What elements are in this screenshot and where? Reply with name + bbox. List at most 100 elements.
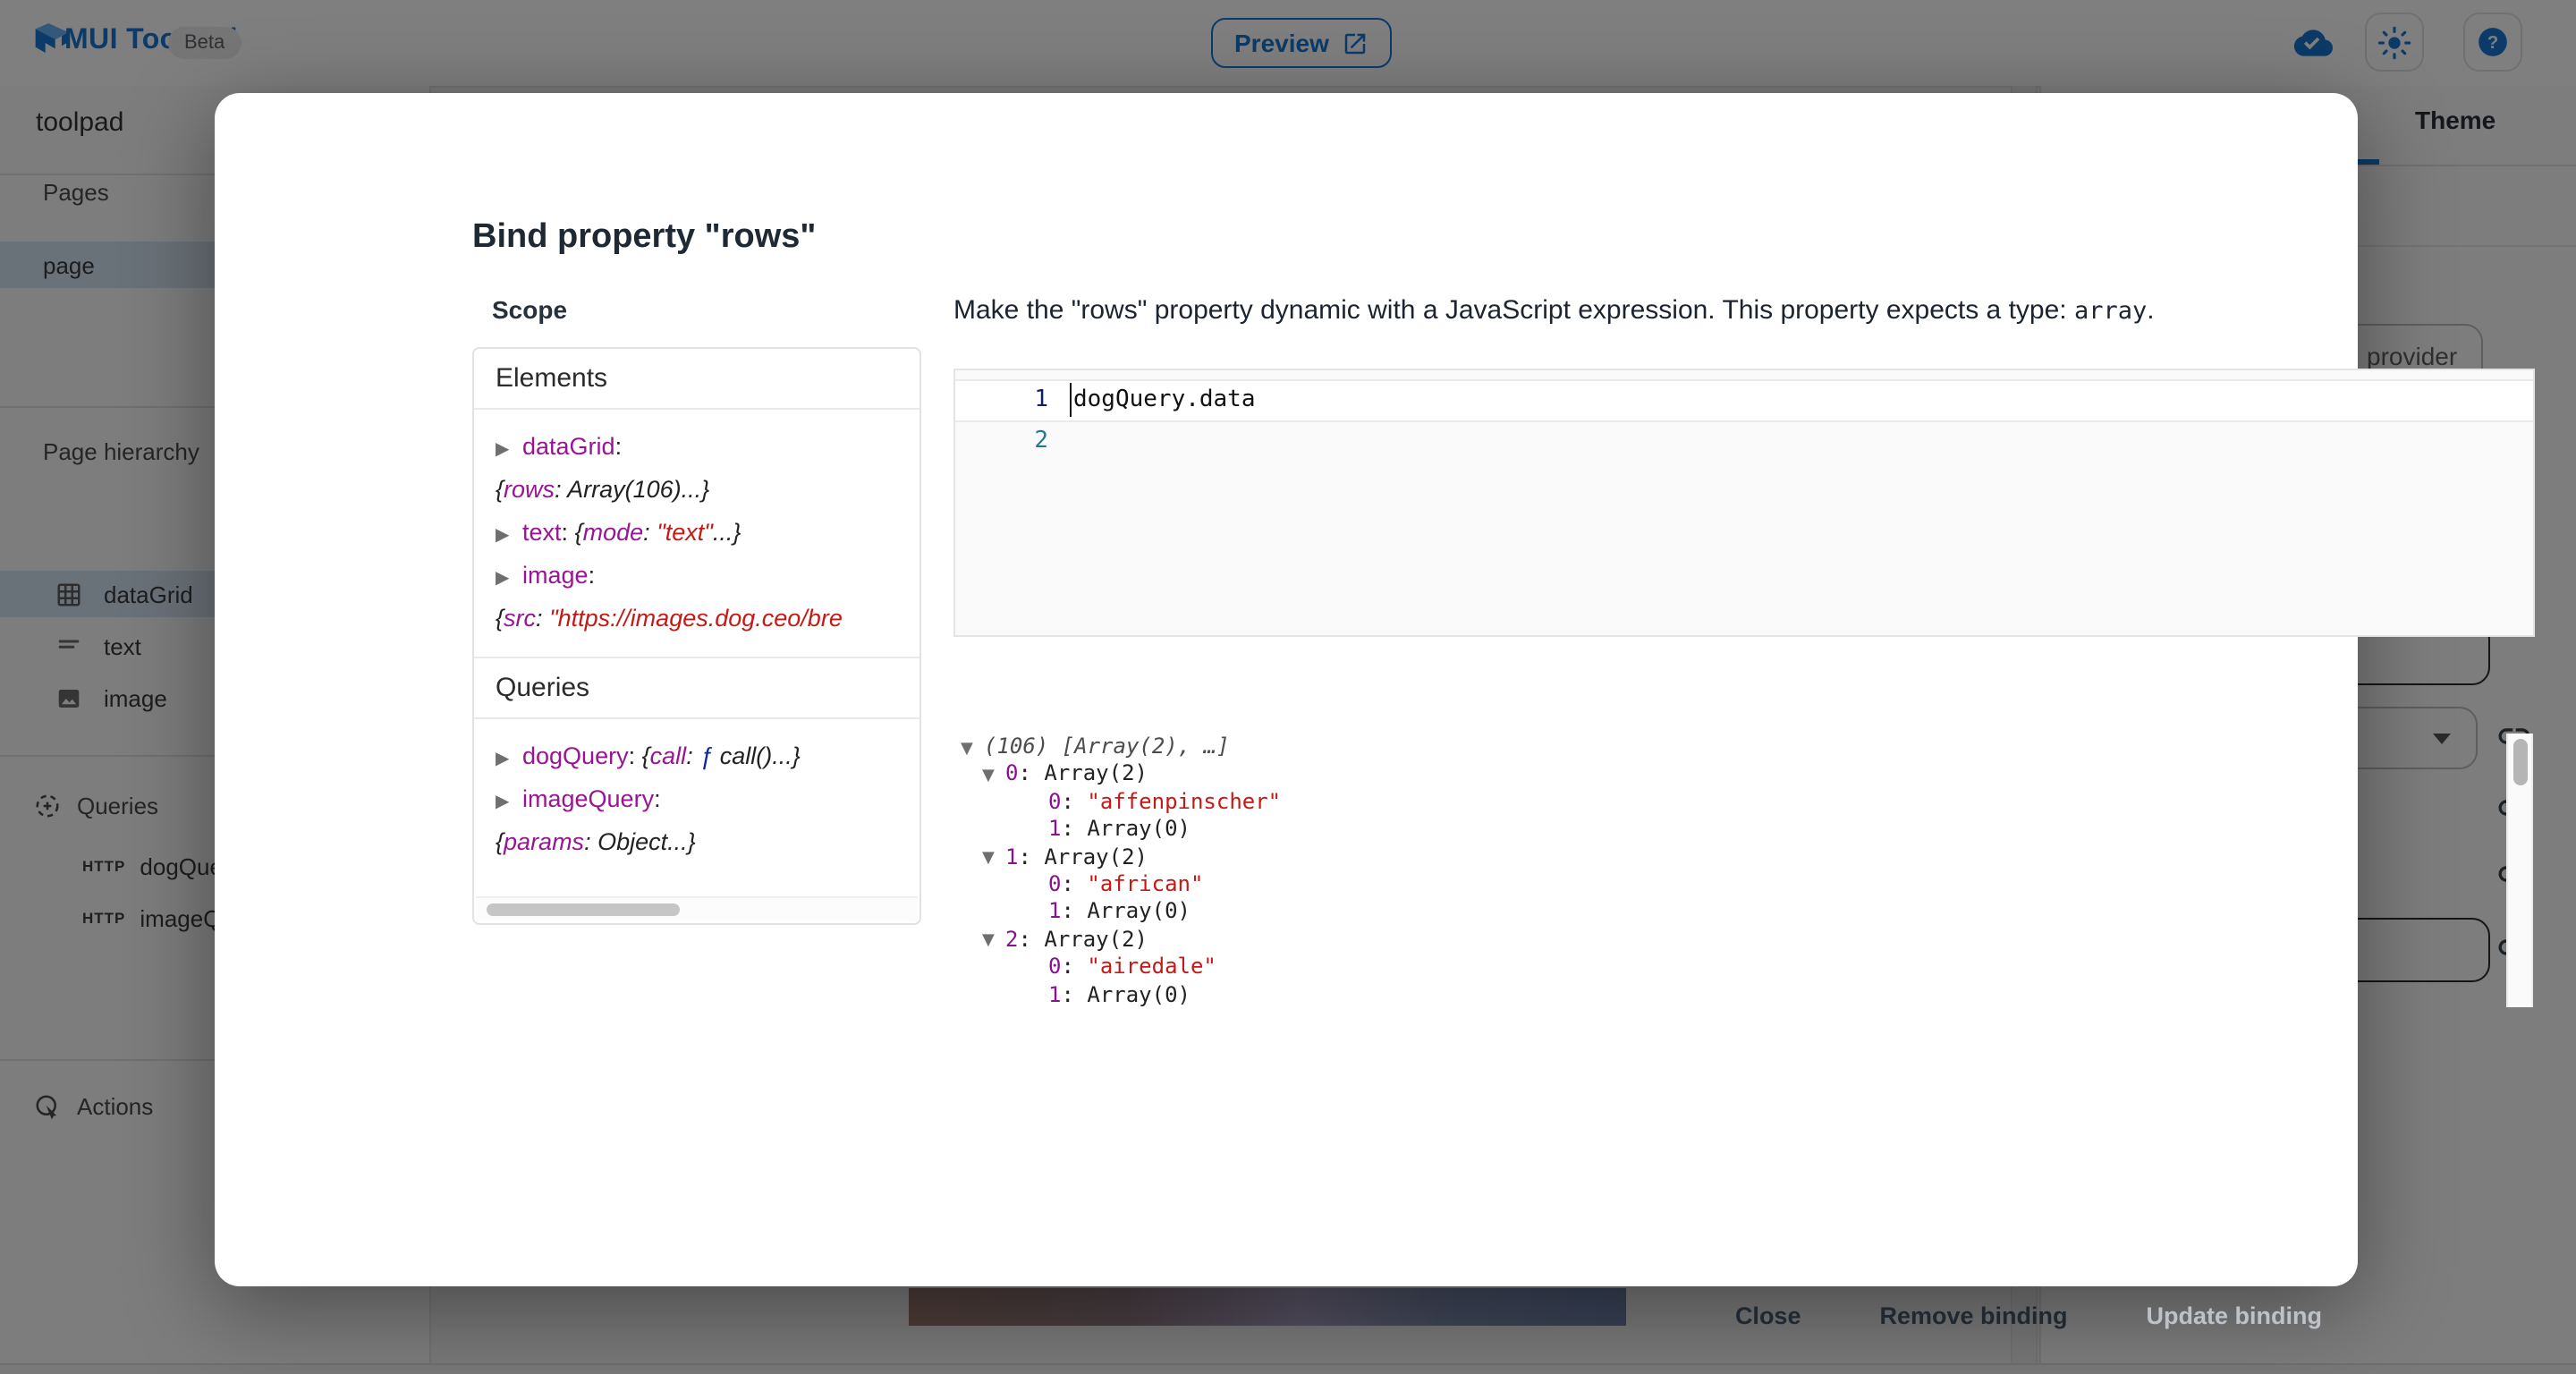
expand-arrow-icon[interactable]: ▶ <box>496 428 522 469</box>
tree-row[interactable]: 0: "airedale" <box>961 954 2506 981</box>
tree-text-segment: : <box>562 519 575 546</box>
tree-text-segment: : Array(2) <box>1018 926 1148 951</box>
scope-explorer: Elements ▶dataGrid:{rows: Array(106)...}… <box>472 347 921 925</box>
tree-text-segment: : <box>615 433 623 460</box>
tree-text-segment: { <box>496 828 504 855</box>
tree-text-segment: : <box>536 605 549 632</box>
preview-scrollbar-thumb[interactable] <box>2512 739 2527 785</box>
tree-text-segment: (106) [Array(2), …] <box>984 734 1230 759</box>
tree-text-segment: : <box>629 742 642 769</box>
scope-scrollbar-thumb[interactable] <box>487 903 680 916</box>
tree-row[interactable]: 1: Array(0) <box>961 816 2506 844</box>
tree-row[interactable]: 1: Array(0) <box>961 899 2506 927</box>
screen: MUI Toolpad Beta Preview ? toolpad Pages <box>0 0 2576 1374</box>
tree-text-segment: { <box>496 476 504 503</box>
elements-list: ▶dataGrid:{rows: Array(106)...}▶text: {m… <box>474 410 919 657</box>
queries-list: ▶dogQuery: {call: ƒ call()...}▶imageQuer… <box>474 719 919 880</box>
dialog-actions: Close Remove binding Update binding <box>953 1302 2322 1329</box>
tree-row[interactable]: ▼1: Array(2) <box>961 844 2506 871</box>
tree-text-segment: : <box>686 742 699 769</box>
js-expression-editor[interactable]: 1 dogQuery.data 2 <box>953 369 2535 637</box>
tree-text-segment: : Array(0) <box>1061 981 1191 1006</box>
tree-text-segment: dogQuery <box>522 742 629 769</box>
tree-text-segment: text <box>522 519 562 546</box>
tree-text-segment: rows <box>504 476 555 503</box>
update-binding-button[interactable]: Update binding <box>2147 1302 2323 1329</box>
description-period: . <box>2147 295 2154 326</box>
expand-arrow-icon[interactable]: ▼ <box>961 736 984 764</box>
tree-text-segment: : <box>584 828 597 855</box>
tree-text-segment: ...} <box>713 519 741 546</box>
expand-arrow-icon[interactable]: ▶ <box>496 514 522 555</box>
expected-type-code: array <box>2074 297 2147 326</box>
tree-text-segment: 1 <box>1048 816 1061 841</box>
tree-text-segment: ƒ <box>699 742 720 769</box>
tree-text-segment: Object...} <box>597 828 696 855</box>
tree-text-segment: 2 <box>1005 926 1018 951</box>
tree-text-segment: : Array(2) <box>1018 844 1148 869</box>
tree-text-segment: 1 <box>1048 981 1061 1006</box>
expand-arrow-icon[interactable]: ▼ <box>982 846 1005 874</box>
scope-element-row[interactable]: {rows: Array(106)...} <box>496 469 919 512</box>
scope-query-row[interactable]: ▶imageQuery: <box>496 778 919 821</box>
tree-text-segment: : <box>654 785 661 812</box>
tree-row[interactable]: ▼2: Array(2) <box>961 926 2506 954</box>
scope-element-row[interactable]: ▶dataGrid: <box>496 426 919 469</box>
expand-arrow-icon[interactable]: ▶ <box>496 557 522 598</box>
tree-text-segment: 1 <box>1005 844 1018 869</box>
evaluation-preview-tree: ▼(106) [Array(2), …]▼0: Array(2)0: "affe… <box>961 734 2506 1007</box>
tree-row[interactable]: 0: "african" <box>961 871 2506 899</box>
tree-text-segment: 0 <box>1048 954 1061 979</box>
scope-element-row[interactable]: ▶text: {mode: "text"...} <box>496 512 919 555</box>
expand-arrow-icon[interactable]: ▼ <box>982 929 1005 956</box>
elements-group-header: Elements <box>474 349 919 410</box>
expand-arrow-icon[interactable]: ▶ <box>496 781 522 821</box>
close-button[interactable]: Close <box>1735 1302 1801 1329</box>
scope-query-row[interactable]: {params: Object...} <box>496 821 919 864</box>
scope-label: Scope <box>492 295 567 324</box>
scope-element-row[interactable]: ▶image: <box>496 555 919 598</box>
expand-arrow-icon[interactable]: ▼ <box>982 764 1005 792</box>
scope-query-row[interactable]: ▶dogQuery: {call: ƒ call()...} <box>496 735 919 778</box>
scope-horizontal-scrollbar[interactable] <box>476 896 918 921</box>
tree-text-segment: : <box>555 476 567 503</box>
tree-row[interactable]: ▼(106) [Array(2), …] <box>961 734 2506 761</box>
editor-line-1[interactable]: 1 dogQuery.data <box>955 379 2533 422</box>
tree-text-segment: 0 <box>1048 789 1061 814</box>
text-cursor <box>1069 383 1072 417</box>
dialog-description: Make the "rows" property dynamic with a … <box>953 295 2313 326</box>
tree-text-segment: image <box>522 562 589 589</box>
tree-text-segment: : <box>1061 954 1087 979</box>
line-number: 2 <box>955 422 1073 462</box>
tree-text-segment: params <box>504 828 584 855</box>
tree-row[interactable]: ▼0: Array(2) <box>961 761 2506 789</box>
tree-text-segment: src <box>504 605 536 632</box>
bind-property-dialog: Bind property "rows" Scope Elements ▶dat… <box>215 93 2358 1286</box>
dialog-title: Bind property "rows" <box>472 218 816 258</box>
tree-text-segment: 1 <box>1048 899 1061 924</box>
description-text: Make the "rows" property dynamic with a … <box>953 295 2074 326</box>
tree-text-segment: "affenpinscher" <box>1087 789 1281 814</box>
tree-text-segment: Array(106)...} <box>567 476 709 503</box>
tree-text-segment: 0 <box>1005 761 1018 786</box>
tree-text-segment: "https://images.dog.ceo/bre <box>549 605 843 632</box>
scope-element-row[interactable]: {src: "https://images.dog.ceo/bre <box>496 598 919 640</box>
tree-text-segment: : <box>1061 789 1087 814</box>
tree-row[interactable]: 1: Array(0) <box>961 981 2506 1007</box>
tree-text-segment: "text" <box>657 519 713 546</box>
tree-text-segment: 0 <box>1048 871 1061 896</box>
tree-text-segment: { <box>575 519 583 546</box>
preview-vertical-scrollbar[interactable] <box>2506 734 2533 1007</box>
tree-text-segment: : <box>1061 871 1087 896</box>
queries-group-header: Queries <box>474 657 919 719</box>
tree-text-segment: : <box>643 519 657 546</box>
expand-arrow-icon[interactable]: ▶ <box>496 738 522 778</box>
tree-text-segment: call <box>650 742 687 769</box>
line-number: 1 <box>955 381 1073 420</box>
tree-text-segment: "african" <box>1087 871 1203 896</box>
editor-line-2[interactable]: 2 <box>955 422 2533 462</box>
tree-row[interactable]: 0: "affenpinscher" <box>961 789 2506 817</box>
remove-binding-button[interactable]: Remove binding <box>1879 1302 2067 1329</box>
tree-text-segment: call()...} <box>720 742 801 769</box>
tree-text-segment: { <box>496 605 504 632</box>
